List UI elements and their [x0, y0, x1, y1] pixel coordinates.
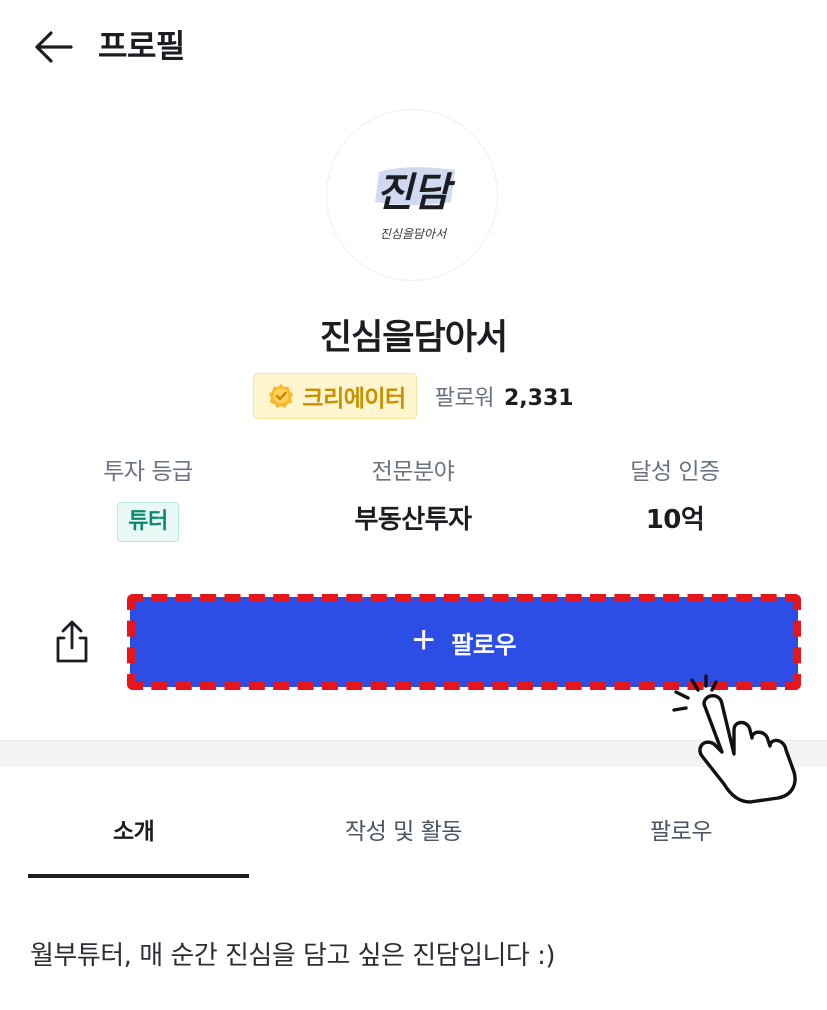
grade-badge: 튜터 [117, 502, 179, 542]
profile-meta-row: 크리에이터 팔로워 2,331 [0, 372, 827, 420]
stat-investment-grade: 투자 등급 튜터 [18, 452, 278, 542]
avatar-logo: 진담 진심을담아서 [375, 167, 456, 241]
verified-badge-icon [269, 384, 294, 408]
tab-indicator [28, 874, 249, 878]
avatar-subtext: 진심을담아서 [380, 227, 448, 241]
plus-icon: + [411, 618, 436, 662]
creator-badge: 크리에이터 [253, 373, 417, 419]
back-button[interactable] [30, 26, 76, 68]
follow-button[interactable]: + 팔로우 [130, 597, 798, 687]
profile-stats: 투자 등급 튜터 전문분야 부동산투자 달성 인증 10억 [0, 452, 827, 562]
share-icon [56, 620, 88, 663]
stat-value: 부동산투자 [354, 505, 472, 535]
stat-specialty: 전문분야 부동산투자 [283, 452, 543, 538]
avatar: 진담 진심을담아서 [326, 109, 498, 281]
follower-count[interactable]: 팔로워 2,331 [435, 380, 574, 412]
page-title: 프로필 [98, 27, 185, 65]
stat-value: 10억 [645, 505, 705, 535]
header: 프로필 [0, 0, 827, 92]
arrow-left-icon [35, 31, 73, 63]
profile-tabs: 소개 작성 및 활동 팔로우 [0, 766, 827, 878]
intro-text: 월부튜터, 매 순간 진심을 담고 싶은 진담입니다 :) [30, 941, 556, 971]
share-button[interactable] [48, 616, 96, 668]
stat-label: 달성 인증 [630, 459, 720, 485]
tab-intro[interactable]: 소개 [113, 814, 155, 850]
follower-number: 2,331 [503, 386, 574, 411]
stat-label: 전문분야 [371, 459, 455, 485]
creator-badge-label: 크리에이터 [302, 386, 406, 412]
profile-nickname: 진심을담아서 [319, 318, 508, 358]
section-divider [0, 740, 827, 767]
stat-achievement: 달성 인증 10억 [545, 452, 805, 538]
tab-posts-activity[interactable]: 작성 및 활동 [345, 814, 462, 850]
stat-label: 투자 등급 [103, 459, 193, 485]
follower-label: 팔로워 [434, 386, 495, 411]
avatar-text: 진담 [376, 169, 456, 216]
tab-follow[interactable]: 팔로우 [650, 814, 712, 850]
follow-button-label: 팔로우 [451, 631, 517, 659]
